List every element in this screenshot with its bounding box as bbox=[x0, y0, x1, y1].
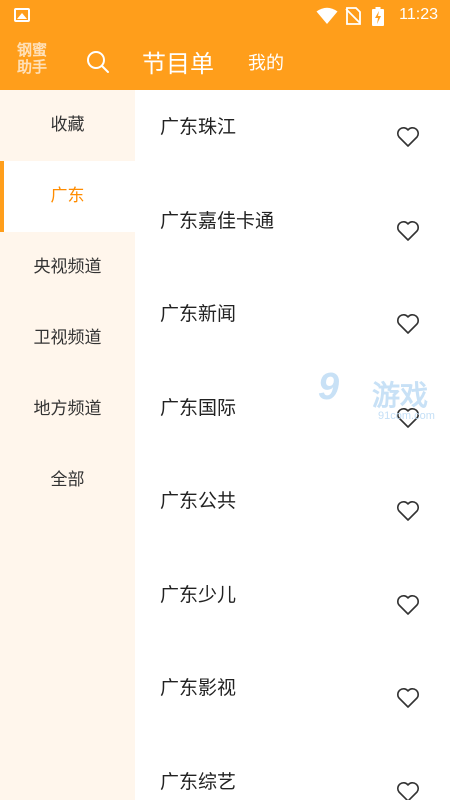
heart-icon[interactable] bbox=[396, 220, 420, 242]
channel-name: 广东少儿 bbox=[160, 583, 237, 606]
app-bar: 钢蜜 助手 节目单 我的 bbox=[0, 32, 450, 90]
channel-name: 广东公共 bbox=[160, 490, 237, 512]
channel-name: 广东新闻 bbox=[160, 303, 237, 325]
app-logo[interactable]: 钢蜜 助手 bbox=[17, 42, 55, 76]
channel-name: 广东国际 bbox=[160, 396, 237, 419]
sidebar-item-cctv[interactable]: 央视频道 bbox=[0, 232, 135, 303]
channel-name: 广东影视 bbox=[160, 677, 237, 699]
status-time: 11:23 bbox=[399, 6, 438, 23]
sidebar-item-guangdong[interactable]: 广东 bbox=[0, 161, 135, 232]
channel-name: 广东珠江 bbox=[160, 116, 237, 138]
list-item[interactable]: 广东综艺 bbox=[135, 745, 450, 800]
tab-program-guide[interactable]: 节目单 bbox=[142, 44, 214, 79]
sidebar-item-local[interactable]: 地方频道 bbox=[0, 374, 135, 445]
heart-icon[interactable] bbox=[396, 126, 420, 148]
heart-icon[interactable] bbox=[396, 594, 420, 616]
heart-icon[interactable] bbox=[396, 500, 420, 522]
list-item[interactable]: 广东珠江 bbox=[135, 90, 450, 184]
list-item[interactable]: 广东公共 bbox=[135, 464, 450, 558]
category-sidebar: 收藏 广东 央视频道 卫视频道 地方频道 全部 bbox=[0, 90, 135, 800]
channel-name: 广东嘉佳卡通 bbox=[160, 209, 275, 232]
list-item[interactable]: 广东影视 bbox=[135, 651, 450, 745]
list-item[interactable]: 广东少儿 bbox=[135, 558, 450, 652]
no-sim-icon bbox=[345, 7, 361, 25]
heart-icon[interactable] bbox=[396, 313, 420, 335]
heart-icon[interactable] bbox=[396, 687, 420, 709]
list-item[interactable]: 广东嘉佳卡通 bbox=[135, 184, 450, 278]
sidebar-item-satellite[interactable]: 卫视频道 bbox=[0, 303, 135, 374]
heart-icon[interactable] bbox=[396, 407, 420, 429]
search-icon[interactable] bbox=[85, 49, 111, 75]
heart-icon[interactable] bbox=[396, 781, 420, 800]
battery-charging-icon bbox=[372, 7, 384, 26]
wifi-icon bbox=[316, 7, 338, 24]
logo-line-2: 助手 bbox=[17, 58, 48, 76]
sidebar-item-favorites[interactable]: 收藏 bbox=[0, 90, 135, 161]
channel-name: 广东综艺 bbox=[160, 770, 237, 793]
tab-mine[interactable]: 我的 bbox=[248, 49, 284, 75]
channel-list: 广东珠江 广东嘉佳卡通 广东新闻 广东国际 广东公共 广东少儿 广东影视 广东综… bbox=[135, 90, 450, 800]
logo-line-1: 钢蜜 bbox=[17, 41, 48, 59]
list-item[interactable]: 广东新闻 bbox=[135, 277, 450, 371]
image-icon bbox=[14, 8, 30, 22]
list-item[interactable]: 广东国际 bbox=[135, 371, 450, 465]
status-bar: 11:23 bbox=[0, 0, 450, 32]
sidebar-item-all[interactable]: 全部 bbox=[0, 445, 135, 516]
